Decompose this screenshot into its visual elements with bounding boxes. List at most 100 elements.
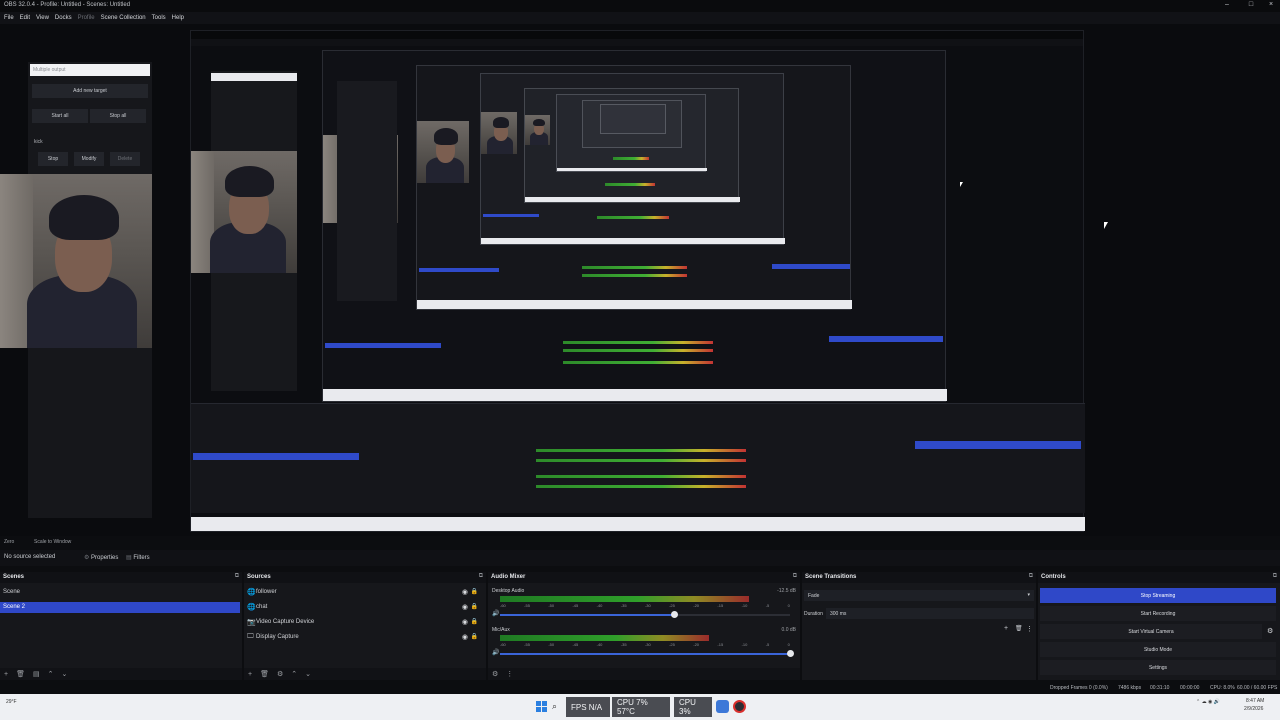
- dock-float-icon[interactable]: ⧉: [793, 573, 797, 580]
- move-down-icon[interactable]: ⌄: [61, 670, 67, 678]
- add-target-button[interactable]: Add new target: [32, 84, 148, 98]
- visibility-eye-icon[interactable]: ◉: [462, 618, 468, 626]
- meter-tick-label: -25: [669, 603, 675, 608]
- meter-tick-label: -25: [669, 642, 675, 647]
- dock-float-icon[interactable]: ⧉: [235, 573, 239, 580]
- meter-tick-label: -45: [572, 642, 579, 647]
- menu-view[interactable]: View: [36, 15, 49, 21]
- search-icon[interactable]: ⌕: [552, 701, 557, 712]
- source-properties-icon[interactable]: ⚙: [277, 670, 283, 678]
- meter-tick-label: 0: [787, 603, 790, 608]
- menu-edit[interactable]: Edit: [20, 15, 30, 21]
- weather-widget[interactable]: 29°F: [6, 699, 17, 705]
- remove-scene-icon[interactable]: 🗑: [16, 670, 25, 678]
- stop-all-button[interactable]: Stop all: [90, 109, 146, 123]
- source-item[interactable]: 📷 Video Capture Device ◉ 🔒: [244, 616, 482, 630]
- visibility-eye-icon[interactable]: ◉: [462, 633, 468, 641]
- multiple-output-input[interactable]: Multiple output: [30, 64, 150, 76]
- add-source-icon[interactable]: +: [248, 671, 252, 678]
- menu-scene-collection[interactable]: Scene Collection: [101, 15, 146, 21]
- studio-mode-button[interactable]: Studio Mode: [1040, 642, 1276, 657]
- delete-target-button[interactable]: Delete: [110, 152, 140, 166]
- scene-filters-icon[interactable]: ▤: [33, 670, 40, 678]
- source-item[interactable]: 🖵 Display Capture ◉ 🔒: [244, 631, 482, 645]
- source-label: Display Capture: [256, 634, 299, 640]
- menu-tools[interactable]: Tools: [152, 15, 166, 21]
- visibility-eye-icon[interactable]: ◉: [462, 588, 468, 596]
- clock-date[interactable]: 2/9/2026: [1244, 706, 1263, 712]
- chevron-down-icon: ▾: [1027, 592, 1030, 598]
- maximize-button[interactable]: □: [1244, 1, 1258, 8]
- speaker-icon[interactable]: 🔊: [492, 649, 499, 656]
- virtual-camera-settings-icon[interactable]: ⚙: [1267, 627, 1273, 635]
- clock-time[interactable]: 8:47 AM: [1246, 698, 1264, 704]
- transition-select[interactable]: Fade ▾: [804, 590, 1034, 601]
- cpu-temp-widget: CPU 7% 57°C: [612, 697, 670, 717]
- move-up-icon[interactable]: ⌃: [291, 670, 297, 678]
- menu-file[interactable]: File: [4, 15, 14, 21]
- volume-slider-track[interactable]: [674, 614, 790, 616]
- volume-meter: [500, 635, 709, 641]
- browser-source-icon: 🌐: [247, 589, 256, 596]
- stop-target-button[interactable]: Stop: [38, 152, 68, 166]
- scale-mode[interactable]: Scale to Window: [34, 539, 71, 545]
- menu-docks[interactable]: Docks: [55, 15, 72, 21]
- lock-icon[interactable]: 🔒: [471, 588, 478, 595]
- lock-icon[interactable]: 🔒: [471, 633, 478, 640]
- record-time: 00:00:00: [1180, 685, 1200, 691]
- channel-name: Mic/Aux: [492, 627, 510, 633]
- menu-profile[interactable]: Profile: [78, 15, 95, 21]
- remove-source-icon[interactable]: 🗑: [260, 670, 269, 678]
- lock-icon[interactable]: 🔒: [471, 618, 478, 625]
- meter-tick-label: -40: [596, 603, 603, 608]
- transition-menu-icon[interactable]: ⋮: [1026, 625, 1033, 633]
- filters-button[interactable]: ▤ Filters: [126, 554, 150, 561]
- windows-start-icon[interactable]: [536, 701, 547, 712]
- start-virtual-camera-button[interactable]: Start Virtual Camera: [1040, 624, 1262, 639]
- start-recording-button[interactable]: Start Recording: [1040, 606, 1276, 621]
- minimize-button[interactable]: –: [1220, 1, 1234, 8]
- mixer-settings-icon[interactable]: ⚙: [492, 670, 498, 678]
- scene-item[interactable]: Scene: [0, 587, 240, 598]
- move-down-icon[interactable]: ⌄: [305, 670, 311, 678]
- dock-float-icon[interactable]: ⧉: [479, 573, 483, 580]
- meter-tick-label: -15: [717, 603, 724, 608]
- status-bar: Dropped Frames 0 (0.0%) 7486 kbps 00:31:…: [0, 682, 1280, 694]
- channel-db: 0.0 dB: [781, 627, 796, 633]
- dock-float-icon[interactable]: ⧉: [1273, 573, 1277, 580]
- obs-icon[interactable]: [733, 700, 746, 713]
- start-all-button[interactable]: Start all: [32, 109, 88, 123]
- preview-canvas[interactable]: Multiple output Add new target Start all…: [0, 24, 1280, 536]
- meter-tick-label: -30: [644, 642, 651, 647]
- tray-icons[interactable]: ⌃ ☁ ◉ 🔊: [1196, 699, 1220, 705]
- source-item[interactable]: 🌐 chat ◉ 🔒: [244, 601, 482, 615]
- add-transition-icon[interactable]: +: [1004, 625, 1008, 632]
- lock-icon[interactable]: 🔒: [471, 603, 478, 610]
- edge-icon[interactable]: [716, 700, 729, 713]
- source-label: chat: [256, 604, 268, 610]
- stop-streaming-button[interactable]: Stop Streaming: [1040, 588, 1276, 603]
- volume-slider-knob[interactable]: [787, 650, 794, 657]
- duration-input[interactable]: 300 ms: [826, 608, 1034, 619]
- modify-target-button[interactable]: Modify: [74, 152, 104, 166]
- source-item[interactable]: 🌐 follower ◉ 🔒: [244, 586, 482, 600]
- speaker-icon[interactable]: 🔊: [492, 610, 499, 617]
- properties-button[interactable]: ⚙ Properties: [84, 554, 118, 561]
- menu-help[interactable]: Help: [172, 15, 184, 21]
- target-label: kick: [34, 139, 43, 145]
- scene-item-selected[interactable]: Scene 2: [0, 602, 240, 613]
- visibility-eye-icon[interactable]: ◉: [462, 603, 468, 611]
- dock-float-icon[interactable]: ⧉: [1029, 573, 1033, 580]
- nested-preview-8: [600, 104, 666, 134]
- close-button[interactable]: ×: [1264, 1, 1278, 8]
- volume-slider-fill[interactable]: [500, 653, 790, 655]
- add-scene-icon[interactable]: +: [4, 671, 8, 678]
- preview-subbar: Zero Scale to Window: [0, 536, 1280, 548]
- settings-button[interactable]: Settings: [1040, 660, 1276, 675]
- volume-slider-fill[interactable]: [500, 614, 674, 616]
- move-up-icon[interactable]: ⌃: [48, 670, 54, 678]
- mixer-menu-icon[interactable]: ⋮: [506, 670, 513, 678]
- remove-transition-icon[interactable]: 🗑: [1015, 625, 1023, 632]
- volume-slider-knob[interactable]: [671, 611, 678, 618]
- meter-tick-label: 0: [787, 642, 790, 647]
